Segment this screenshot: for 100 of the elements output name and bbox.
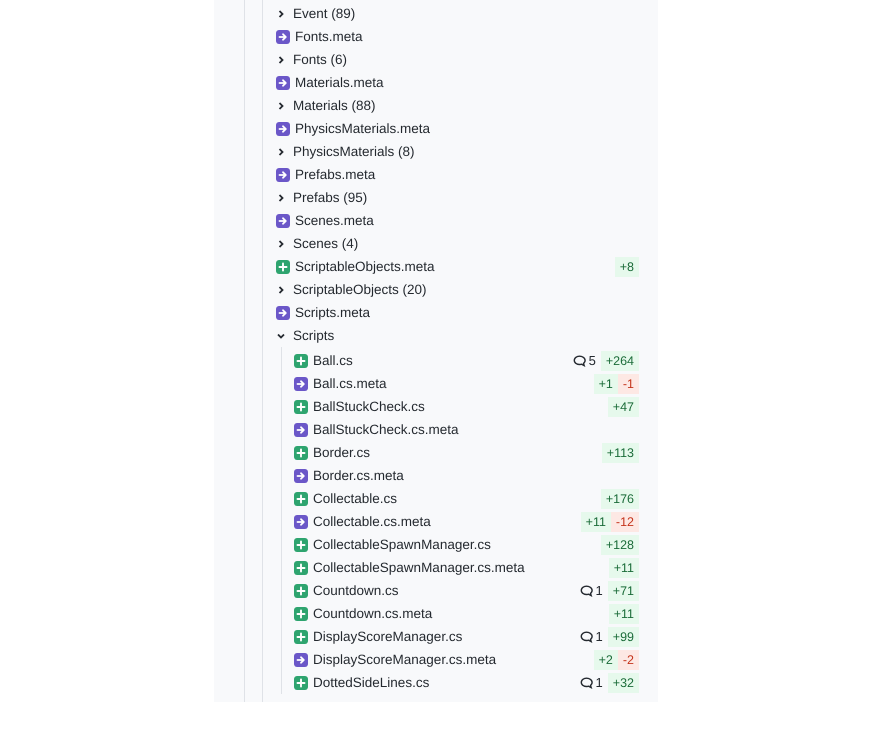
file-row[interactable]: Countdown.cs 1 +71	[294, 579, 639, 602]
folder-name[interactable]: Fonts (6)	[293, 52, 639, 67]
chevron-right-icon[interactable]	[276, 284, 286, 294]
file-row[interactable]: Border.cs.meta	[294, 464, 639, 487]
file-name[interactable]: Collectable.cs	[313, 491, 601, 506]
folder-row[interactable]: ScriptableObjects (20)	[276, 278, 639, 301]
file-row[interactable]: Scenes.meta	[276, 209, 639, 232]
file-row[interactable]: Ball.cs 5 +264	[294, 349, 639, 372]
file-name[interactable]: Border.cs	[313, 445, 602, 460]
additions-badge: +8	[614, 256, 639, 276]
additions-badge: +32	[608, 672, 639, 692]
comment-count: 1	[596, 629, 603, 644]
file-name[interactable]: Ball.cs	[313, 353, 573, 368]
arrow-right-icon	[276, 306, 290, 320]
additions-badge: +264	[600, 350, 639, 370]
comment-icon	[580, 676, 593, 688]
file-name[interactable]: Countdown.cs	[313, 583, 580, 598]
file-name[interactable]: Scripts.meta	[295, 305, 639, 320]
additions-badge: +128	[600, 534, 639, 554]
file-row[interactable]: Fonts.meta	[276, 25, 639, 48]
file-row[interactable]: BallStuckCheck.cs +47	[294, 395, 639, 418]
chevron-right-icon[interactable]	[276, 238, 286, 248]
deletions-badge: -2	[618, 650, 639, 670]
folder-name[interactable]: Event (89)	[293, 6, 639, 21]
plus-icon	[294, 400, 308, 414]
folder-row[interactable]: Event (89)	[276, 2, 639, 25]
chevron-right-icon[interactable]	[276, 100, 286, 110]
additions-badge: +47	[608, 396, 639, 416]
file-name[interactable]: BallStuckCheck.cs.meta	[313, 422, 639, 437]
file-name[interactable]: Fonts.meta	[295, 29, 639, 44]
file-row[interactable]: CollectableSpawnManager.cs +128	[294, 533, 639, 556]
file-name[interactable]: Countdown.cs.meta	[313, 606, 609, 621]
folder-row[interactable]: Scenes (4)	[276, 232, 639, 255]
file-name[interactable]: Collectable.cs.meta	[313, 514, 581, 529]
file-row[interactable]: Ball.cs.meta +1 -1	[294, 372, 639, 395]
plus-icon	[294, 584, 308, 598]
file-name[interactable]: ScriptableObjects.meta	[295, 259, 615, 274]
file-name[interactable]: DisplayScoreManager.cs.meta	[313, 652, 594, 667]
file-name[interactable]: CollectableSpawnManager.cs.meta	[313, 560, 609, 575]
folder-name[interactable]: Materials (88)	[293, 98, 639, 113]
file-row[interactable]: DisplayScoreManager.cs 1 +99	[294, 625, 639, 648]
file-row[interactable]: DisplayScoreManager.cs.meta +2 -2	[294, 648, 639, 671]
additions-badge: +113	[602, 442, 639, 462]
comment-count: 1	[596, 675, 603, 690]
additions-badge: +11	[580, 512, 611, 532]
deletions-badge: -1	[618, 374, 639, 394]
file-name[interactable]: DottedSideLines.cs	[313, 675, 580, 690]
file-name[interactable]: Materials.meta	[295, 75, 639, 90]
file-row[interactable]: Materials.meta	[276, 71, 639, 94]
arrow-right-icon	[294, 652, 308, 666]
additions-badge: +11	[608, 558, 639, 578]
folder-row[interactable]: PhysicsMaterials (8)	[276, 140, 639, 163]
file-row[interactable]: Prefabs.meta	[276, 163, 639, 186]
file-row[interactable]: PhysicsMaterials.meta	[276, 117, 639, 140]
folder-name[interactable]: ScriptableObjects (20)	[293, 282, 639, 297]
file-row[interactable]: BallStuckCheck.cs.meta	[294, 418, 639, 441]
file-name[interactable]: BallStuckCheck.cs	[313, 399, 608, 414]
file-name[interactable]: Border.cs.meta	[313, 468, 639, 483]
folder-name[interactable]: PhysicsMaterials (8)	[293, 144, 639, 159]
plus-icon	[294, 606, 308, 620]
file-row[interactable]: Collectable.cs.meta +11 -12	[294, 510, 639, 533]
file-row[interactable]: Scripts.meta	[276, 301, 639, 324]
folder-row[interactable]: Fonts (6)	[276, 48, 639, 71]
arrow-right-icon	[294, 468, 308, 482]
chevron-right-icon[interactable]	[276, 54, 286, 64]
plus-icon	[294, 538, 308, 552]
chevron-right-icon[interactable]	[276, 192, 286, 202]
file-row[interactable]: Countdown.cs.meta +11	[294, 602, 639, 625]
plus-icon	[294, 676, 308, 690]
arrow-right-icon	[294, 376, 308, 390]
file-name[interactable]: Prefabs.meta	[295, 167, 639, 182]
file-name[interactable]: Ball.cs.meta	[313, 376, 594, 391]
additions-badge: +11	[608, 604, 639, 624]
file-name[interactable]: DisplayScoreManager.cs	[313, 629, 580, 644]
folder-row[interactable]: Scripts	[276, 324, 639, 347]
file-row[interactable]: ScriptableObjects.meta +8	[276, 255, 639, 278]
folder-row[interactable]: Materials (88)	[276, 94, 639, 117]
folder-name[interactable]: Prefabs (95)	[293, 190, 639, 205]
chevron-right-icon[interactable]	[276, 8, 286, 18]
comment-icon	[580, 630, 593, 642]
comment-count: 1	[596, 583, 603, 598]
chevron-right-icon[interactable]	[276, 146, 286, 156]
file-name[interactable]: PhysicsMaterials.meta	[295, 121, 639, 136]
arrow-right-icon	[276, 214, 290, 228]
arrow-right-icon	[294, 514, 308, 528]
comment-icon	[580, 584, 593, 596]
file-row[interactable]: CollectableSpawnManager.cs.meta +11	[294, 556, 639, 579]
additions-badge: +2	[594, 650, 618, 670]
file-row[interactable]: Collectable.cs +176	[294, 487, 639, 510]
additions-badge: +99	[608, 626, 639, 646]
plus-icon	[294, 492, 308, 506]
folder-name[interactable]: Scenes (4)	[293, 236, 639, 251]
arrow-right-icon	[276, 30, 290, 44]
file-name[interactable]: CollectableSpawnManager.cs	[313, 537, 601, 552]
folder-row[interactable]: Prefabs (95)	[276, 186, 639, 209]
file-name[interactable]: Scenes.meta	[295, 213, 639, 228]
comment-count: 5	[588, 353, 596, 368]
file-row[interactable]: DottedSideLines.cs 1 +32	[294, 671, 639, 694]
file-row[interactable]: Border.cs +113	[294, 441, 639, 464]
folder-name[interactable]: Scripts	[293, 328, 639, 343]
